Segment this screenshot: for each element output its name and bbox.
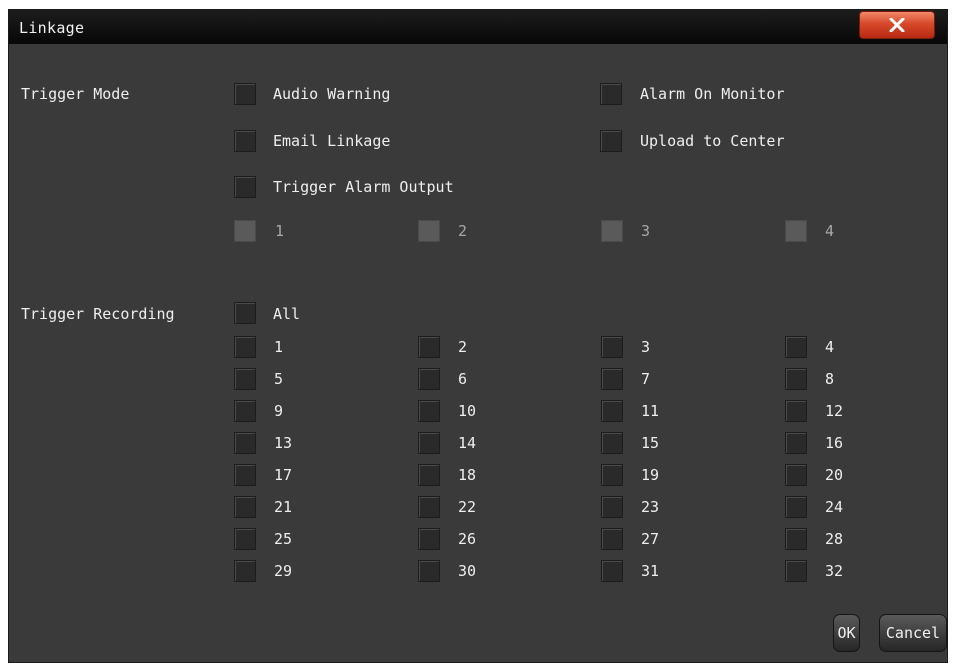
channel-checkbox[interactable] [418,560,440,582]
channel-checkbox[interactable] [234,400,256,422]
alarm-output-1-label: 1 [275,222,285,240]
trigger-mode-label: Trigger Mode [21,85,130,103]
dialog-content: Trigger Mode Audio Warning Alarm On Moni… [9,44,947,662]
channel-checkbox[interactable] [418,432,440,454]
channel-label: 27 [641,530,660,548]
upload-to-center-label: Upload to Center [640,132,785,150]
channel-checkbox[interactable] [234,560,256,582]
channel-label: 5 [274,370,284,388]
channel-label: 7 [641,370,651,388]
channel-checkbox[interactable] [601,368,623,390]
channel-label: 23 [641,498,660,516]
channel-label: 13 [274,434,293,452]
channel-label: 24 [825,498,844,516]
channel-checkbox[interactable] [601,464,623,486]
channel-checkbox[interactable] [601,336,623,358]
channel-label: 31 [641,562,660,580]
channel-label: 6 [458,370,468,388]
title-bar[interactable]: Linkage [9,10,947,44]
upload-to-center-checkbox[interactable] [600,130,622,152]
channel-label: 25 [274,530,293,548]
channel-checkbox[interactable] [785,528,807,550]
channel-checkbox[interactable] [234,368,256,390]
channel-checkbox[interactable] [234,464,256,486]
channel-label: 22 [458,498,477,516]
channel-checkbox[interactable] [601,560,623,582]
close-button[interactable] [859,11,935,39]
alarm-output-4-label: 4 [825,222,835,240]
channel-checkbox[interactable] [418,528,440,550]
alarm-output-1-checkbox[interactable] [234,220,256,242]
channel-checkbox[interactable] [234,336,256,358]
channel-label: 29 [274,562,293,580]
channel-checkbox[interactable] [418,336,440,358]
channel-checkbox[interactable] [785,432,807,454]
channel-label: 14 [458,434,477,452]
trigger-alarm-output-label: Trigger Alarm Output [273,178,454,196]
ok-button[interactable]: OK [833,614,860,652]
channel-checkbox[interactable] [234,528,256,550]
email-linkage-label: Email Linkage [273,132,391,150]
channel-label: 2 [458,338,468,356]
channel-checkbox[interactable] [785,496,807,518]
email-linkage-checkbox[interactable] [234,130,256,152]
channel-checkbox[interactable] [785,464,807,486]
channel-label: 28 [825,530,844,548]
channel-label: 26 [458,530,477,548]
channel-checkbox[interactable] [601,432,623,454]
channel-checkbox[interactable] [785,560,807,582]
channel-checkbox[interactable] [418,368,440,390]
channel-label: 18 [458,466,477,484]
alarm-on-monitor-checkbox[interactable] [600,83,622,105]
channel-label: 10 [458,402,477,420]
channel-checkbox[interactable] [418,496,440,518]
channel-checkbox[interactable] [601,528,623,550]
channel-label: 21 [274,498,293,516]
all-channels-checkbox[interactable] [234,302,256,324]
trigger-alarm-output-checkbox[interactable] [234,176,256,198]
channel-label: 4 [825,338,835,356]
channel-checkbox[interactable] [785,400,807,422]
close-x-icon [889,18,905,32]
channel-checkbox[interactable] [234,432,256,454]
audio-warning-label: Audio Warning [273,85,391,103]
channel-label: 8 [825,370,835,388]
channel-checkbox[interactable] [418,400,440,422]
channel-label: 11 [641,402,660,420]
channel-label: 30 [458,562,477,580]
alarm-output-3-checkbox[interactable] [601,220,623,242]
channel-checkbox[interactable] [234,496,256,518]
channel-checkbox[interactable] [785,368,807,390]
alarm-on-monitor-label: Alarm On Monitor [640,85,785,103]
channel-checkbox[interactable] [785,336,807,358]
channel-label: 12 [825,402,844,420]
trigger-recording-label: Trigger Recording [21,305,175,323]
channel-label: 20 [825,466,844,484]
channel-label: 32 [825,562,844,580]
alarm-output-2-checkbox[interactable] [418,220,440,242]
channel-label: 16 [825,434,844,452]
alarm-output-2-label: 2 [458,222,468,240]
linkage-dialog: Linkage Trigger Mode Audio Warning Alarm… [8,9,948,663]
audio-warning-checkbox[interactable] [234,83,256,105]
channel-checkbox[interactable] [418,464,440,486]
alarm-output-4-checkbox[interactable] [785,220,807,242]
window-title: Linkage [19,19,85,37]
channel-label: 17 [274,466,293,484]
alarm-output-3-label: 3 [641,222,651,240]
channel-label: 19 [641,466,660,484]
channel-label: 3 [641,338,651,356]
all-channels-label: All [273,305,301,323]
channel-checkbox[interactable] [601,400,623,422]
channel-label: 9 [274,402,284,420]
cancel-button[interactable]: Cancel [879,614,947,652]
channel-label: 15 [641,434,660,452]
channel-label: 1 [274,338,284,356]
channel-checkbox[interactable] [601,496,623,518]
